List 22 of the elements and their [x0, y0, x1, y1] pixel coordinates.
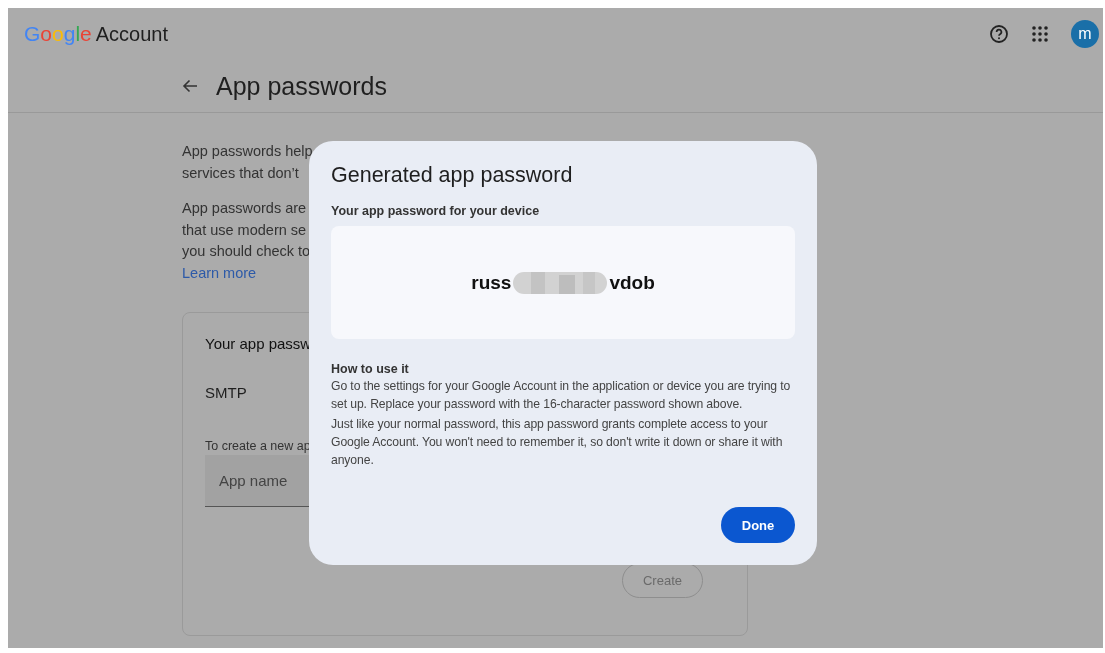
instruction-text: Go to the settings for your Google Account in the application or device you are trying to set up. Replace your password with the 16-character password shown above.	[331, 378, 792, 414]
help-icon[interactable]	[989, 24, 1009, 44]
section-heading: How to use it	[331, 362, 410, 376]
password-label: Your app password for your device	[331, 204, 541, 218]
instruction-text: Just like your normal password, this app password grants complete access to your Google Account. You won't need to remember it, so don't write it down or share it with anyone.	[331, 415, 784, 470]
dialog-title: Generated app password	[331, 163, 574, 188]
page-title: App passwords	[216, 71, 387, 101]
description-text: you should check to	[182, 242, 311, 261]
password-text: vdob	[609, 271, 655, 294]
back-arrow-icon[interactable]	[182, 78, 198, 94]
description-text: App passwords help	[182, 142, 313, 161]
apps-grid-icon[interactable]	[1031, 25, 1049, 43]
description-text: services that don’t	[182, 163, 299, 183]
description-text: that use modern se	[182, 220, 307, 240]
password-text: russ	[471, 271, 512, 294]
google-logo[interactable]: Google	[24, 22, 92, 46]
app-password-entry: SMTP	[205, 384, 247, 401]
learn-more-link[interactable]: Learn more	[182, 262, 257, 284]
product-name: Account	[95, 23, 169, 46]
description-text: App passwords are	[182, 199, 307, 218]
avatar[interactable]: m	[1071, 20, 1099, 48]
done-button[interactable]: Done	[721, 507, 795, 543]
